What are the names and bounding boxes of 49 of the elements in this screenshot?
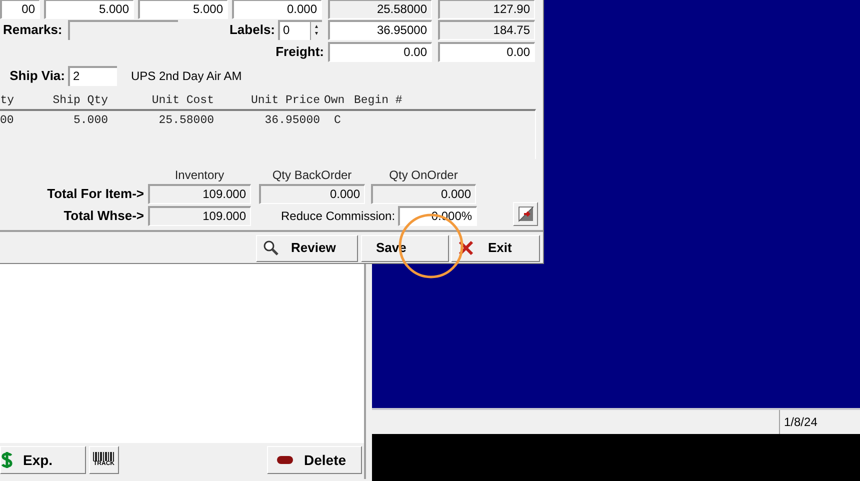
barcode-icon — [93, 452, 115, 461]
number-field[interactable]: 127.90 — [438, 0, 535, 19]
number-field[interactable]: 0.000 — [232, 0, 322, 19]
number-field[interactable]: 00 — [0, 0, 40, 19]
grid-cell-text: 5.000 — [72, 113, 108, 130]
grid-cell-text: 36.95000 — [264, 113, 320, 130]
close-icon — [458, 240, 474, 256]
number-field[interactable]: 0.00 — [438, 42, 535, 62]
column-header: Unit Price — [250, 92, 320, 109]
number-field[interactable]: 25.58000 — [328, 0, 432, 19]
column-header: Ship Qty — [52, 92, 108, 109]
total-field[interactable]: 109.000 — [148, 206, 251, 226]
arrow-icon — [518, 206, 534, 222]
number-field[interactable]: 184.75 — [438, 20, 535, 40]
magnifier-icon — [263, 240, 279, 256]
number-field[interactable]: 5.000 — [44, 0, 134, 19]
column-header: Begin # — [353, 92, 404, 109]
number-field[interactable]: 36.95000 — [328, 20, 432, 40]
total-field[interactable]: 109.000 — [148, 184, 251, 204]
column-header: ty — [0, 92, 14, 109]
ship-via-description: UPS 2nd Day Air AM — [131, 68, 242, 84]
status-date: 1/8/24 — [784, 414, 818, 431]
column-header: Qty OnOrder — [388, 166, 459, 184]
expense-button[interactable]: Exp. — [0, 446, 86, 474]
grid-cell-text: 25.58000 — [158, 113, 214, 130]
column-header: Inventory — [174, 166, 226, 184]
reduce-commission-label: Reduce Commission: — [281, 208, 396, 225]
dollar-icon — [1, 451, 13, 469]
column-header: Own — [323, 92, 346, 109]
review-button[interactable]: Review — [256, 234, 358, 262]
labels-label: Labels: — [228, 21, 275, 40]
exit-button[interactable]: Exit — [451, 234, 540, 262]
column-header: Qty BackOrder — [271, 166, 353, 184]
remarks-label: Remarks: — [2, 21, 64, 40]
freight-label: Freight: — [274, 43, 324, 62]
grid-cell-text: C — [333, 113, 342, 130]
delete-button[interactable]: Delete — [267, 446, 362, 474]
capsule-icon — [276, 455, 294, 465]
labels-spinner[interactable]: 0 — [278, 20, 322, 40]
total-label: Total For Item-> — [46, 185, 144, 204]
tool-button[interactable] — [513, 202, 538, 226]
number-field[interactable]: 0.00 — [328, 42, 432, 62]
column-header: Unit Cost — [150, 92, 214, 109]
total-field[interactable]: 0.000 — [371, 184, 476, 204]
ship-via-field[interactable]: 2 — [68, 66, 117, 86]
ship-via-label: Ship Via: — [8, 66, 65, 85]
total-label: Total Whse-> — [62, 207, 144, 226]
number-field[interactable]: 5.000 — [138, 0, 228, 19]
total-field[interactable]: 0.000 — [259, 184, 365, 204]
